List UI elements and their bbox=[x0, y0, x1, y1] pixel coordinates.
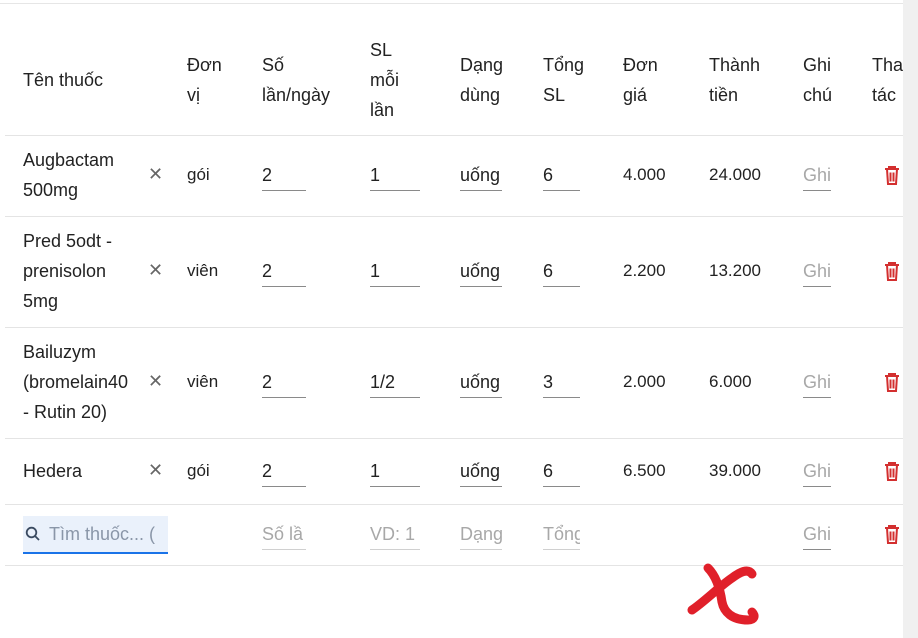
header-times-line1: Số bbox=[262, 55, 285, 75]
header-pertime-line3: lần bbox=[370, 100, 395, 120]
red-x-annotation bbox=[687, 563, 759, 625]
times-per-day-input[interactable]: 2 bbox=[262, 256, 306, 287]
row-divider bbox=[5, 327, 903, 328]
usage-form-input[interactable]: uống bbox=[460, 160, 502, 191]
drug-name-line1: Hedera bbox=[23, 461, 83, 481]
drug-name-line2: 500mg bbox=[23, 180, 79, 200]
usage-form-input[interactable]: uống bbox=[460, 256, 502, 287]
header-note-line2: chú bbox=[803, 85, 833, 105]
header-times-line2: lần/ngày bbox=[262, 85, 331, 105]
row-divider bbox=[5, 565, 903, 566]
close-icon[interactable]: ✕ bbox=[148, 455, 163, 485]
drug-name-line1: Pred 5odt - bbox=[23, 231, 113, 251]
header-price-line1: Đơn bbox=[623, 55, 658, 75]
times-per-day-input[interactable]: Số lầ bbox=[262, 519, 306, 550]
drug-name-line1: Bailuzym bbox=[23, 342, 97, 362]
table-top-border bbox=[0, 3, 903, 4]
scroll-edge bbox=[903, 0, 918, 638]
times-per-day-input[interactable]: 2 bbox=[262, 367, 306, 398]
close-icon[interactable]: ✕ bbox=[148, 366, 163, 396]
header-action-line2: tác bbox=[872, 85, 897, 105]
drug-name-line1: Augbactam bbox=[23, 150, 115, 170]
row-divider bbox=[5, 216, 903, 217]
drug-name-line2: prenisolon bbox=[23, 261, 107, 281]
quantity-per-time-input[interactable]: VD: 1 bbox=[370, 519, 420, 550]
close-icon[interactable]: ✕ bbox=[148, 255, 163, 285]
header-name: Tên thuốc bbox=[23, 70, 104, 90]
header-form-line2: dùng bbox=[460, 85, 501, 105]
header-pertime-line2: mỗi bbox=[370, 70, 400, 90]
row-divider bbox=[5, 438, 903, 439]
usage-form-input[interactable]: uống bbox=[460, 456, 502, 487]
header-unit-line1: Đơn bbox=[187, 55, 222, 75]
note-input[interactable]: Ghi bbox=[803, 160, 831, 191]
note-input[interactable]: Ghi bbox=[803, 456, 831, 487]
total-quantity-input[interactable]: 6 bbox=[543, 456, 580, 487]
quantity-per-time-input[interactable]: 1 bbox=[370, 456, 420, 487]
unit-value: viên bbox=[187, 372, 219, 391]
total-quantity-input[interactable]: 6 bbox=[543, 256, 580, 287]
unit-value: viên bbox=[187, 261, 219, 280]
note-input[interactable]: Ghi bbox=[803, 256, 831, 287]
times-per-day-input[interactable]: 2 bbox=[262, 160, 306, 191]
header-form-line1: Dạng bbox=[460, 55, 504, 75]
row-divider bbox=[5, 135, 903, 136]
total-quantity-input[interactable]: 3 bbox=[543, 367, 580, 398]
trash-icon[interactable] bbox=[882, 371, 902, 393]
drug-search-input[interactable]: Tìm thuốc... ( bbox=[23, 516, 168, 554]
header-pertime-line1: SL bbox=[370, 40, 393, 60]
unit-price: 4.000 bbox=[623, 165, 666, 184]
amount: 24.000 bbox=[709, 165, 761, 184]
header-amount-line1: Thành bbox=[709, 55, 761, 75]
trash-icon[interactable] bbox=[882, 460, 902, 482]
header-unit-line2: vị bbox=[187, 85, 200, 105]
header-note-line1: Ghi bbox=[803, 55, 832, 75]
unit-price: 6.500 bbox=[623, 461, 666, 480]
amount: 39.000 bbox=[709, 461, 761, 480]
usage-form-input[interactable]: uống bbox=[460, 367, 502, 398]
header-price-line2: giá bbox=[623, 85, 648, 105]
amount: 6.000 bbox=[709, 372, 752, 391]
trash-icon[interactable] bbox=[882, 523, 902, 545]
header-total-line2: SL bbox=[543, 85, 566, 105]
search-icon bbox=[25, 526, 40, 541]
usage-form-input[interactable]: Dạng bbox=[460, 519, 502, 550]
unit-value: gói bbox=[187, 461, 210, 480]
total-quantity-input[interactable]: 6 bbox=[543, 160, 580, 191]
drug-name-line3: - Rutin 20) bbox=[23, 402, 108, 422]
times-per-day-input[interactable]: 2 bbox=[262, 456, 306, 487]
quantity-per-time-input[interactable]: 1 bbox=[370, 160, 420, 191]
unit-price: 2.000 bbox=[623, 372, 666, 391]
row-divider bbox=[5, 504, 903, 505]
quantity-per-time-input[interactable]: 1/2 bbox=[370, 367, 420, 398]
note-input[interactable]: Ghi bbox=[803, 519, 831, 550]
total-quantity-input[interactable]: Tổng bbox=[543, 519, 580, 550]
header-total-line1: Tổng bbox=[543, 55, 585, 75]
drug-name-line2: (bromelain40 bbox=[23, 372, 129, 392]
close-icon[interactable]: ✕ bbox=[148, 159, 163, 189]
trash-icon[interactable] bbox=[882, 164, 902, 186]
unit-value: gói bbox=[187, 165, 210, 184]
header-amount-line2: tiền bbox=[709, 85, 739, 105]
header-action-line1: Tha bbox=[872, 55, 904, 75]
drug-name-line3: 5mg bbox=[23, 291, 59, 311]
quantity-per-time-input[interactable]: 1 bbox=[370, 256, 420, 287]
trash-icon[interactable] bbox=[882, 260, 902, 282]
amount: 13.200 bbox=[709, 261, 761, 280]
note-input[interactable]: Ghi bbox=[803, 367, 831, 398]
unit-price: 2.200 bbox=[623, 261, 666, 280]
